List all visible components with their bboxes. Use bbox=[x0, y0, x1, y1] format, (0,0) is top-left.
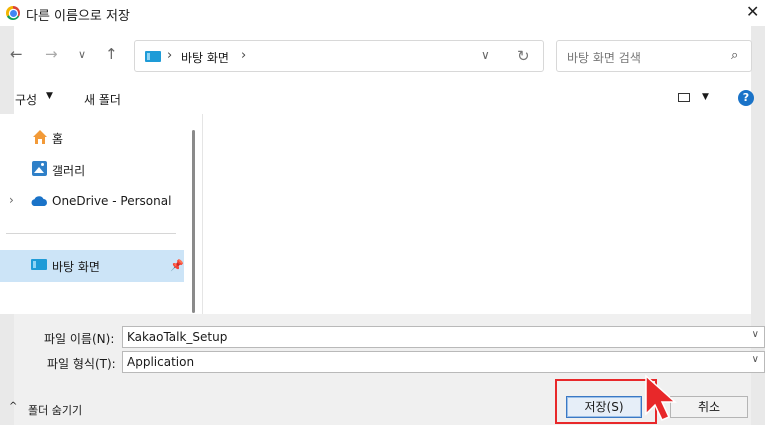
caret-down-icon[interactable]: ▼ bbox=[46, 91, 53, 101]
search-input[interactable]: 바탕 화면 검색 ⌕ bbox=[556, 40, 752, 72]
expand-chevron-icon[interactable]: › bbox=[9, 193, 14, 207]
onedrive-icon bbox=[31, 196, 47, 206]
filetype-label: 파일 형식(T): bbox=[47, 357, 116, 371]
filetype-value[interactable]: Application bbox=[127, 355, 194, 369]
nav-scrollbar[interactable] bbox=[192, 130, 195, 313]
address-dropdown-icon[interactable]: ∨ bbox=[481, 48, 490, 62]
sidebar-item-label: 홈 bbox=[52, 132, 64, 146]
sidebar-item-label: 바탕 화면 bbox=[52, 260, 100, 274]
up-arrow-icon[interactable]: ↑ bbox=[105, 45, 118, 63]
sidebar-item-onedrive[interactable]: › OneDrive - Personal bbox=[0, 188, 185, 214]
view-options-icon[interactable] bbox=[678, 93, 690, 102]
chevron-up-icon[interactable]: ^ bbox=[9, 401, 17, 412]
desktop-folder-icon bbox=[145, 51, 161, 62]
gallery-icon bbox=[32, 161, 47, 176]
desktop-folder-icon bbox=[31, 259, 47, 270]
filename-label: 파일 이름(N): bbox=[44, 332, 115, 346]
help-icon[interactable]: ? bbox=[738, 90, 754, 106]
chevron-down-icon[interactable]: ∨ bbox=[752, 329, 759, 340]
caret-down-icon[interactable]: ▼ bbox=[702, 92, 709, 102]
search-icon[interactable]: ⌕ bbox=[731, 48, 738, 63]
breadcrumb-chevron-icon[interactable]: › bbox=[241, 48, 246, 63]
home-icon bbox=[33, 130, 47, 144]
command-toolbar: 구성 ▼ 새 폴더 ▼ ? bbox=[14, 86, 754, 114]
save-button[interactable]: 저장(S) bbox=[566, 396, 642, 418]
back-arrow-icon[interactable]: ← bbox=[10, 45, 23, 63]
breadcrumb-current[interactable]: 바탕 화면 bbox=[181, 49, 229, 66]
sidebar-item-label: 갤러리 bbox=[52, 164, 86, 178]
new-folder-button[interactable]: 새 폴더 bbox=[84, 91, 121, 108]
recent-dropdown-icon[interactable]: ∨ bbox=[78, 48, 86, 61]
sidebar-item-gallery[interactable]: 갤러리 bbox=[0, 156, 185, 182]
filename-value[interactable]: KakaoTalk_Setup bbox=[127, 330, 227, 344]
cursor-arrow-icon bbox=[645, 374, 677, 421]
search-placeholder: 바탕 화면 검색 bbox=[567, 51, 641, 65]
filetype-select[interactable]: Application ∨ bbox=[122, 351, 765, 373]
filename-field[interactable]: KakaoTalk_Setup ∨ bbox=[122, 326, 765, 348]
sidebar-item-home[interactable]: 홈 bbox=[0, 124, 185, 150]
sidebar-item-desktop[interactable]: 바탕 화면 📌 bbox=[0, 250, 184, 282]
chevron-down-icon[interactable]: ∨ bbox=[752, 354, 759, 365]
hide-folders-toggle[interactable]: 폴더 숨기기 bbox=[28, 402, 82, 418]
address-bar[interactable]: › 바탕 화면 › ∨ ↻ bbox=[134, 40, 544, 72]
refresh-icon[interactable]: ↻ bbox=[517, 47, 530, 65]
cancel-button[interactable]: 취소 bbox=[670, 396, 748, 418]
breadcrumb-chevron-icon[interactable]: › bbox=[167, 48, 172, 63]
file-list-area[interactable] bbox=[202, 114, 751, 314]
nav-divider bbox=[6, 233, 176, 234]
forward-arrow-icon[interactable]: → bbox=[45, 45, 58, 63]
pin-icon[interactable]: 📌 bbox=[170, 259, 184, 272]
window-title: 다른 이름으로 저장 bbox=[26, 9, 130, 24]
close-icon[interactable]: ✕ bbox=[746, 2, 759, 21]
organize-button[interactable]: 구성 bbox=[15, 91, 37, 108]
sidebar-item-label: OneDrive - Personal bbox=[52, 194, 172, 208]
navigation-pane: 홈 갤러리 › OneDrive - Personal 바탕 화면 📌 bbox=[0, 114, 200, 314]
chrome-icon bbox=[6, 6, 20, 20]
